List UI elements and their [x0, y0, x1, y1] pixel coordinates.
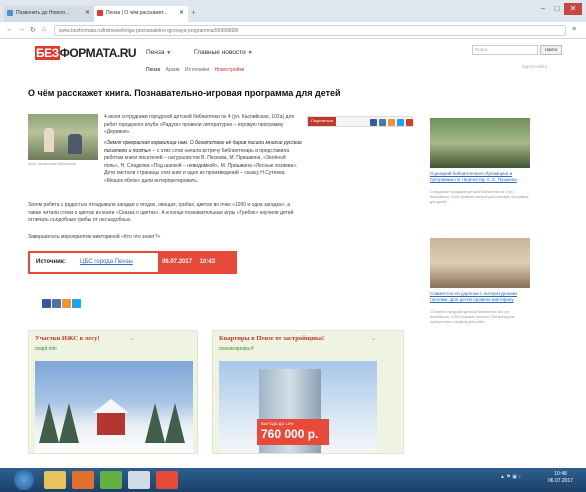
clock-time: 10:48 — [554, 471, 567, 477]
ad-block-2[interactable]: Квартиры в Пензе от застройщика! ⌄ oosva… — [212, 330, 404, 454]
article-title: О чём расскажет книга. Познавательно-игр… — [28, 88, 341, 98]
search-button[interactable]: Найти — [540, 45, 562, 55]
clock[interactable]: 10:48 06.07.2017 — [548, 471, 573, 485]
price-badge: ВЫГОДА ДО 15% 760 000 р. — [257, 419, 329, 445]
ad-block-1[interactable]: Участки ИЖС в лесу! ⌄ ooipd.info — [28, 330, 198, 454]
clock-date: 06.07.2017 — [548, 478, 574, 484]
chevron-down-icon[interactable]: ⌄ — [129, 335, 134, 342]
logo-part-b: ФОРМАТА.RU — [59, 46, 137, 60]
subnav-item-sources[interactable]: Источники — [185, 67, 209, 73]
minimize-icon[interactable]: – — [536, 3, 550, 15]
source-date: 06.07.2017 10:43 — [158, 253, 235, 272]
article-paragraph-2: «Земля прекрасная кормилица нам. О богат… — [104, 140, 302, 185]
article-paragraph-4: Завершилось мероприятие викториной «Кто … — [28, 234, 161, 240]
close-tab-icon[interactable]: ✕ — [179, 9, 184, 16]
related-news-image-2[interactable] — [430, 238, 530, 288]
start-button[interactable] — [14, 470, 34, 490]
close-window-icon[interactable]: ✕ — [564, 3, 582, 15]
ad-image[interactable]: ВЫГОДА ДО 15% 760 000 р. — [219, 361, 377, 453]
share-label: Поделиться — [308, 117, 337, 126]
main-news-label: Главные новости — [194, 49, 246, 56]
facebook-icon[interactable] — [370, 119, 377, 126]
close-tab-icon[interactable]: ✕ — [85, 9, 90, 16]
ad-title[interactable]: Участки ИЖС в лесу! — [35, 335, 99, 342]
city-label: Пенза — [146, 49, 165, 56]
site-logo[interactable]: БЕЗФОРМАТА.RU — [35, 46, 137, 60]
reload-icon[interactable]: ↻ — [30, 26, 36, 34]
chrome-icon[interactable] — [100, 471, 122, 489]
ok-icon[interactable] — [388, 119, 395, 126]
sub-navigation: Пенза Архив Источники Новостройки — [146, 67, 248, 73]
tab-favicon-icon — [7, 10, 13, 16]
ad-image[interactable] — [35, 361, 193, 453]
maximize-icon[interactable]: □ — [550, 3, 564, 15]
browser-tab-1[interactable]: Позвонить до Нового... ✕ — [4, 6, 94, 22]
media-player-icon[interactable] — [72, 471, 94, 489]
subnav-item-city[interactable]: Пенза — [146, 67, 160, 73]
ad-site[interactable]: oosvaropnaia.rf — [219, 346, 253, 352]
ok-icon[interactable] — [62, 299, 71, 308]
article-paragraph-1: 4 июля сотрудники городской детской библ… — [104, 114, 295, 135]
new-tab-button[interactable]: + — [191, 8, 196, 17]
browser-menu-icon[interactable]: ≡ — [572, 26, 576, 33]
vk-icon[interactable] — [52, 299, 61, 308]
search-input[interactable]: Поиск — [472, 45, 538, 55]
windows-taskbar: ▲ ⚑ ▣ ♪ 10:48 06.07.2017 — [0, 468, 586, 492]
logo-part-a: БЕЗ — [35, 46, 60, 60]
source-time-value: 10:43 — [199, 259, 216, 265]
facebook-icon[interactable] — [42, 299, 51, 308]
main-news-menu[interactable]: Главные новости ▼ — [194, 49, 253, 56]
twitter-icon[interactable] — [72, 299, 81, 308]
site-map-link[interactable]: Карта сайта — [522, 64, 547, 69]
app-icon[interactable] — [156, 471, 178, 489]
source-box: Источник: ЦБС города Пензы 06.07.2017 10… — [28, 251, 237, 274]
chevron-down-icon[interactable]: ⌄ — [371, 335, 376, 342]
tab-favicon-icon — [97, 10, 103, 16]
twitter-icon[interactable] — [397, 119, 404, 126]
related-news-text-1: Сотрудники городской детской библиотеки … — [430, 190, 529, 204]
related-news-image-1[interactable] — [430, 118, 530, 168]
dropdown-arrow-icon: ▼ — [166, 50, 172, 56]
share-bar: Поделиться — [307, 116, 413, 127]
subnav-item-archive[interactable]: Архив — [166, 67, 180, 73]
source-label: Источник: — [36, 259, 66, 265]
browser-navbar: ← → ↻ ⌂ www.bezformata.ru/listnews/kniga… — [0, 22, 586, 39]
system-tray[interactable]: ▲ ⚑ ▣ ♪ — [500, 474, 521, 480]
related-news-title-1[interactable]: Сценарий библиотечного Лукоморья и прогр… — [430, 171, 530, 183]
related-news-text-2: 13 июля в городской детской библиотеке №… — [430, 310, 515, 324]
dropdown-arrow-icon: ▼ — [247, 50, 253, 56]
source-date-value: 06.07.2017 — [162, 259, 193, 265]
browser-tabbar: Позвонить до Нового... ✕ Пенза | О чём р… — [0, 0, 586, 22]
ad-title[interactable]: Квартиры в Пензе от застройщика! — [219, 335, 324, 342]
price-small: ВЫГОДА ДО 15% — [261, 421, 294, 426]
vk-icon[interactable] — [379, 119, 386, 126]
source-link[interactable]: ЦБС города Пензы — [80, 259, 133, 265]
city-selector[interactable]: Пенза ▼ — [146, 49, 171, 56]
explorer-icon[interactable] — [44, 471, 66, 489]
address-bar[interactable]: www.bezformata.ru/listnews/kniga-poznava… — [54, 25, 566, 36]
tab-title: Позвонить до Нового... — [16, 10, 70, 16]
tab-title: Пенза | О чём расскажет... — [106, 10, 168, 16]
browser-tab-2[interactable]: Пенза | О чём расскажет... ✕ — [94, 6, 188, 22]
article-photo[interactable] — [28, 114, 98, 160]
related-news-title-2[interactable]: Совместно по дорогам с литературными гер… — [430, 291, 530, 303]
ad-site[interactable]: ooipd.info — [35, 346, 57, 352]
home-icon[interactable]: ⌂ — [42, 26, 46, 33]
price-big: 760 000 р. — [261, 427, 319, 441]
back-icon[interactable]: ← — [6, 26, 13, 33]
mail-icon[interactable] — [406, 119, 413, 126]
subnav-item-newbuildings[interactable]: Новостройки — [215, 67, 245, 73]
photo-caption: Фото: пензенская библиотека — [28, 162, 77, 166]
app-icon[interactable] — [128, 471, 150, 489]
article-paragraph-3: Затем ребята с радостью отгадывали загад… — [28, 202, 294, 223]
forward-icon[interactable]: → — [18, 26, 25, 33]
